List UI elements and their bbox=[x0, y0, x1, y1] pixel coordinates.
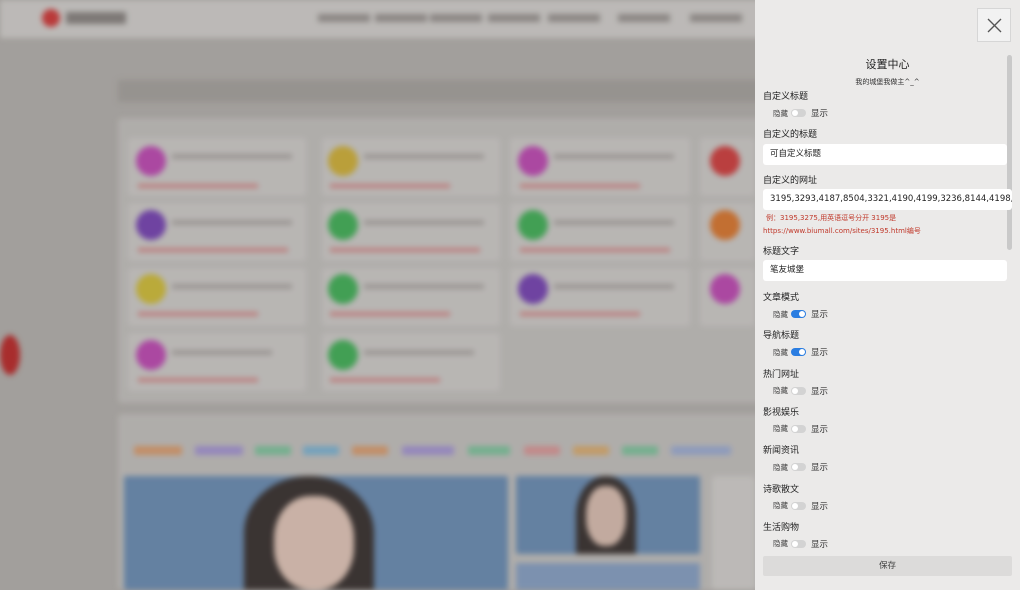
drawer-title: 设置中心 bbox=[865, 58, 910, 71]
custom-title-section-label: 自定义标题 bbox=[763, 92, 809, 102]
hide-label: 隐藏 bbox=[773, 309, 788, 319]
section-toggle-row: 隐藏 显示 bbox=[773, 308, 829, 321]
custom-title-field-label: 自定义的标题 bbox=[763, 130, 818, 140]
settings-drawer: 设置中心 我的城堡我做主^_^ 自定义标题 隐藏 显示 自定义的标题 可自定义标… bbox=[755, 0, 1020, 590]
section-toggle-row: 隐藏 显示 bbox=[773, 500, 828, 512]
custom-url-label: 自定义的网址 bbox=[763, 176, 818, 186]
section-label: 生活购物 bbox=[763, 522, 800, 533]
show-label: 显示 bbox=[811, 424, 829, 435]
toggle-knob bbox=[799, 311, 805, 317]
section-toggle[interactable] bbox=[791, 348, 806, 357]
custom-url-hint-link: https://www.biumall.com/sites/3195.html编… bbox=[763, 227, 921, 235]
custom-title-input[interactable]: 可自定义标题 bbox=[763, 144, 1007, 165]
hide-label: 隐藏 bbox=[773, 386, 788, 396]
save-button[interactable]: 保存 bbox=[763, 556, 1012, 576]
hide-label: 隐藏 bbox=[773, 424, 788, 434]
custom-url-input[interactable]: 3195,3293,4187,8504,3321,4190,4199,3236,… bbox=[763, 189, 1012, 210]
show-label: 显示 bbox=[811, 463, 829, 474]
custom-title-toggle-row: 隐藏 显示 bbox=[773, 107, 829, 120]
toggle-knob bbox=[792, 540, 798, 547]
show-label: 显示 bbox=[811, 310, 829, 320]
custom-title-toggle[interactable] bbox=[791, 109, 806, 117]
toggle-knob bbox=[799, 349, 805, 356]
section-label: 新闻资讯 bbox=[763, 446, 800, 457]
show-label: 显示 bbox=[811, 109, 829, 119]
close-button[interactable] bbox=[977, 8, 1011, 42]
toggle-knob bbox=[792, 425, 798, 432]
section-toggle[interactable] bbox=[791, 501, 806, 510]
section-label: 文章模式 bbox=[763, 293, 800, 303]
custom-url-hint: 例：3195,3275,用英语逗号分开 3195是 bbox=[766, 214, 897, 222]
toggle-knob bbox=[792, 502, 798, 509]
hide-label: 隐藏 bbox=[773, 108, 788, 118]
section-label: 影视娱乐 bbox=[763, 407, 800, 418]
hide-label: 隐藏 bbox=[773, 501, 788, 510]
section-toggle-row: 隐藏 显示 bbox=[773, 346, 829, 359]
toggle-knob bbox=[792, 387, 798, 394]
title-text-label: 标题文字 bbox=[763, 247, 800, 257]
section-toggle-row: 隐藏 显示 bbox=[773, 385, 828, 397]
hide-label: 隐藏 bbox=[773, 539, 788, 549]
hide-label: 隐藏 bbox=[773, 347, 788, 357]
section-toggle[interactable] bbox=[791, 310, 806, 318]
hide-label: 隐藏 bbox=[773, 462, 788, 472]
show-label: 显示 bbox=[811, 348, 829, 359]
overlay-dim[interactable] bbox=[0, 0, 755, 590]
section-toggle[interactable] bbox=[791, 424, 806, 433]
section-label: 热门网址 bbox=[763, 369, 800, 380]
section-toggle[interactable] bbox=[791, 386, 806, 395]
section-label: 导航标题 bbox=[763, 331, 800, 342]
section-toggle-row: 隐藏 显示 bbox=[773, 461, 829, 474]
section-toggle-row: 隐藏 显示 bbox=[773, 423, 828, 435]
show-label: 显示 bbox=[811, 539, 829, 550]
section-toggle-row: 隐藏 显示 bbox=[773, 538, 828, 550]
toggle-knob bbox=[792, 110, 798, 116]
section-label: 诗歌散文 bbox=[763, 484, 800, 495]
drawer-subtitle: 我的城堡我做主^_^ bbox=[855, 78, 920, 86]
close-icon bbox=[987, 18, 1002, 33]
section-toggle[interactable] bbox=[791, 463, 806, 472]
section-toggle[interactable] bbox=[791, 539, 806, 548]
show-label: 显示 bbox=[811, 501, 829, 512]
toggle-knob bbox=[792, 464, 798, 471]
title-text-input[interactable]: 笔友城堡 bbox=[763, 260, 1007, 281]
show-label: 显示 bbox=[811, 386, 829, 397]
